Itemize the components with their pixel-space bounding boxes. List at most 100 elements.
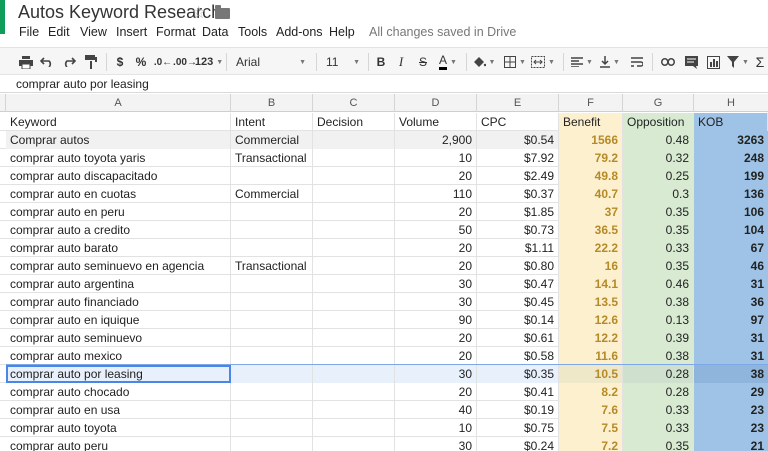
cell-keyword[interactable]: comprar auto a credito — [6, 221, 231, 239]
cell-keyword[interactable]: comprar auto seminuevo en agencia — [6, 257, 231, 275]
cell-kob[interactable]: 136 — [694, 185, 768, 203]
cell-kob[interactable]: 104 — [694, 221, 768, 239]
cell-decision[interactable] — [313, 293, 395, 311]
paint-format-icon[interactable] — [82, 52, 100, 72]
cell-cpc[interactable]: $2.49 — [477, 167, 559, 185]
cell-kob[interactable]: 21 — [694, 437, 768, 451]
cell-volume[interactable]: 30 — [395, 365, 477, 383]
cell-kob[interactable]: 97 — [694, 311, 768, 329]
cell-volume[interactable]: 20 — [395, 167, 477, 185]
cell-keyword[interactable]: comprar auto financiado — [6, 293, 231, 311]
cell-decision[interactable] — [313, 221, 395, 239]
bold-button[interactable]: B — [374, 52, 388, 72]
column-header-c[interactable]: C — [313, 94, 395, 112]
cell-benefit[interactable]: 22.2 — [559, 239, 623, 257]
column-header-b[interactable]: B — [231, 94, 313, 112]
cell-volume[interactable]: 30 — [395, 275, 477, 293]
cell-cpc[interactable]: $0.24 — [477, 437, 559, 451]
font-size-select[interactable]: 11 ▼ — [322, 52, 364, 72]
font-family-select[interactable]: Arial ▼ — [232, 52, 310, 72]
cell-intent[interactable] — [231, 437, 313, 451]
cell-keyword[interactable]: comprar auto toyota yaris — [6, 149, 231, 167]
cell-cpc[interactable]: $0.41 — [477, 383, 559, 401]
cell-keyword[interactable]: Comprar autos — [6, 131, 231, 149]
borders-icon[interactable]: ▼ — [503, 52, 527, 72]
cell-intent[interactable]: Transactional — [231, 257, 313, 275]
cell-kob[interactable]: 36 — [694, 293, 768, 311]
column-header-f[interactable]: F — [559, 94, 623, 112]
cell-opposition[interactable]: 0.28 — [623, 365, 694, 383]
cell-intent[interactable] — [231, 203, 313, 221]
cell-keyword[interactable]: comprar auto en iquique — [6, 311, 231, 329]
cell-benefit[interactable]: 12.6 — [559, 311, 623, 329]
text-wrap-icon[interactable] — [626, 52, 648, 72]
cell-kob[interactable]: 3263 — [694, 131, 768, 149]
cell-keyword[interactable]: comprar auto mexico — [6, 347, 231, 365]
filter-icon[interactable]: ▼ — [725, 52, 751, 72]
folder-icon[interactable] — [215, 5, 230, 19]
menu-data[interactable]: Data — [202, 25, 228, 39]
fill-color-icon[interactable]: ▼ — [472, 52, 496, 72]
cell-decision[interactable] — [313, 437, 395, 451]
cell-intent[interactable] — [231, 275, 313, 293]
cell-keyword[interactable]: comprar auto toyota — [6, 419, 231, 437]
text-color-button[interactable]: A ▼ — [434, 52, 462, 72]
cell-volume[interactable]: 90 — [395, 311, 477, 329]
cell-cpc[interactable]: $7.92 — [477, 149, 559, 167]
vertical-align-icon[interactable]: ▼ — [598, 52, 622, 72]
undo-icon[interactable] — [38, 52, 56, 72]
cell-benefit[interactable]: 7.2 — [559, 437, 623, 451]
menu-file[interactable]: File — [19, 25, 39, 39]
cell-opposition[interactable]: 0.48 — [623, 131, 694, 149]
cell-decision[interactable] — [313, 311, 395, 329]
cell-volume[interactable]: 20 — [395, 329, 477, 347]
cell-kob[interactable]: 23 — [694, 401, 768, 419]
cell-opposition[interactable]: 0.32 — [623, 149, 694, 167]
formula-bar-content[interactable]: comprar auto por leasing — [16, 77, 149, 91]
header-cell-keyword[interactable]: Keyword — [6, 113, 231, 131]
cell-opposition[interactable]: 0.33 — [623, 239, 694, 257]
print-icon[interactable] — [17, 52, 35, 72]
cell-opposition[interactable]: 0.33 — [623, 419, 694, 437]
cell-cpc[interactable]: $0.37 — [477, 185, 559, 203]
cell-volume[interactable]: 10 — [395, 419, 477, 437]
menu-format[interactable]: Format — [156, 25, 196, 39]
increase-decimals-button[interactable]: .00→ — [173, 52, 197, 72]
cell-intent[interactable]: Commercial — [231, 131, 313, 149]
cell-decision[interactable] — [313, 239, 395, 257]
header-cell-cpc[interactable]: CPC — [477, 113, 559, 131]
cell-volume[interactable]: 40 — [395, 401, 477, 419]
cell-volume[interactable]: 110 — [395, 185, 477, 203]
cell-intent[interactable] — [231, 419, 313, 437]
cell-cpc[interactable]: $1.85 — [477, 203, 559, 221]
cell-intent[interactable] — [231, 293, 313, 311]
insert-chart-icon[interactable] — [703, 52, 723, 72]
cell-intent[interactable] — [231, 167, 313, 185]
cell-volume[interactable]: 20 — [395, 239, 477, 257]
cell-decision[interactable] — [313, 383, 395, 401]
cell-intent[interactable] — [231, 239, 313, 257]
cell-keyword[interactable]: comprar auto en cuotas — [6, 185, 231, 203]
cell-decision[interactable] — [313, 419, 395, 437]
cell-decision[interactable] — [313, 257, 395, 275]
cell-intent[interactable] — [231, 347, 313, 365]
cell-decision[interactable] — [313, 167, 395, 185]
cell-kob[interactable]: 31 — [694, 347, 768, 365]
cell-kob[interactable]: 23 — [694, 419, 768, 437]
cell-benefit[interactable]: 7.5 — [559, 419, 623, 437]
cell-intent[interactable] — [231, 329, 313, 347]
cell-volume[interactable]: 30 — [395, 293, 477, 311]
cell-benefit[interactable]: 1566 — [559, 131, 623, 149]
cell-keyword[interactable]: comprar auto barato — [6, 239, 231, 257]
cell-intent[interactable] — [231, 383, 313, 401]
cell-decision[interactable] — [313, 365, 395, 383]
cell-decision[interactable] — [313, 275, 395, 293]
star-icon[interactable]: ☆ — [191, 3, 206, 23]
cell-kob[interactable]: 106 — [694, 203, 768, 221]
cell-intent[interactable] — [231, 365, 313, 383]
cell-keyword[interactable]: comprar auto chocado — [6, 383, 231, 401]
strikethrough-button[interactable]: S — [416, 52, 430, 72]
cell-benefit[interactable]: 7.6 — [559, 401, 623, 419]
cell-intent[interactable] — [231, 401, 313, 419]
italic-button[interactable]: I — [395, 52, 407, 72]
